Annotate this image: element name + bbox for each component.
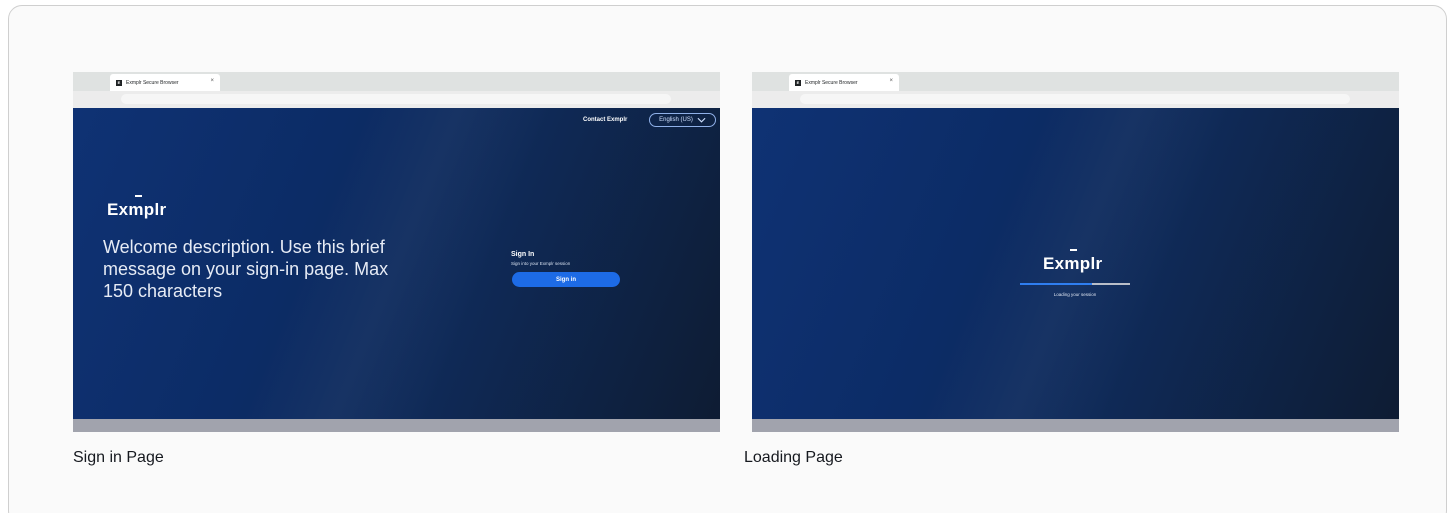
browser-address-bar xyxy=(73,91,720,108)
browser-tab-strip: E Exmplr Secure Browser × xyxy=(73,72,720,91)
logo-text: Exmplr xyxy=(1043,254,1103,273)
showcase-card: E Exmplr Secure Browser × Contact Exmplr… xyxy=(8,5,1447,513)
close-icon[interactable]: × xyxy=(889,78,893,84)
exmplr-logo: Exmplr xyxy=(107,195,167,220)
tab-title: Exmplr Secure Browser xyxy=(126,79,179,86)
logo-accent-mark xyxy=(135,195,142,197)
exmplr-favicon-icon: E xyxy=(795,79,801,86)
address-field[interactable] xyxy=(121,94,671,104)
loading-progress-fill xyxy=(1020,283,1092,285)
tab-title: Exmplr Secure Browser xyxy=(805,79,858,86)
browser-bottom-bar xyxy=(73,419,720,432)
browser-bottom-bar xyxy=(752,419,1399,432)
language-label: English (US) xyxy=(659,117,693,123)
welcome-message: Welcome description. Use this brief mess… xyxy=(103,237,389,301)
loading-status-text: Loading your session xyxy=(1053,292,1097,297)
sign-in-heading: Sign In xyxy=(511,251,535,258)
sign-in-subtitle: Sign into your Exmplr session xyxy=(511,261,571,266)
sign-in-viewport: Contact Exmplr English (US) Exmplr Welco… xyxy=(73,108,720,419)
sign-in-button[interactable]: Sign in xyxy=(512,272,620,287)
language-selector[interactable]: English (US) xyxy=(649,113,716,127)
loading-page-screenshot: E Exmplr Secure Browser × Exmplr Loading… xyxy=(752,72,1399,432)
loading-page-caption: Loading Page xyxy=(744,449,843,466)
browser-tab[interactable]: E Exmplr Secure Browser × xyxy=(110,74,220,91)
contact-link[interactable]: Contact Exmplr xyxy=(583,117,627,123)
logo-accent-mark xyxy=(1070,249,1077,251)
exmplr-favicon-icon: E xyxy=(116,79,122,86)
chevron-down-icon xyxy=(697,117,706,123)
browser-tab[interactable]: E Exmplr Secure Browser × xyxy=(789,74,899,91)
browser-address-bar xyxy=(752,91,1399,108)
browser-tab-strip: E Exmplr Secure Browser × xyxy=(752,72,1399,91)
address-field[interactable] xyxy=(800,94,1350,104)
logo-text: Exmplr xyxy=(107,200,167,219)
sign-in-page-caption: Sign in Page xyxy=(73,449,164,466)
sign-in-page-screenshot: E Exmplr Secure Browser × Contact Exmplr… xyxy=(73,72,720,432)
exmplr-logo: Exmplr xyxy=(1043,249,1103,274)
loading-progress-bar xyxy=(1020,283,1130,285)
loading-viewport: Exmplr Loading your session xyxy=(752,108,1399,419)
close-icon[interactable]: × xyxy=(210,78,214,84)
